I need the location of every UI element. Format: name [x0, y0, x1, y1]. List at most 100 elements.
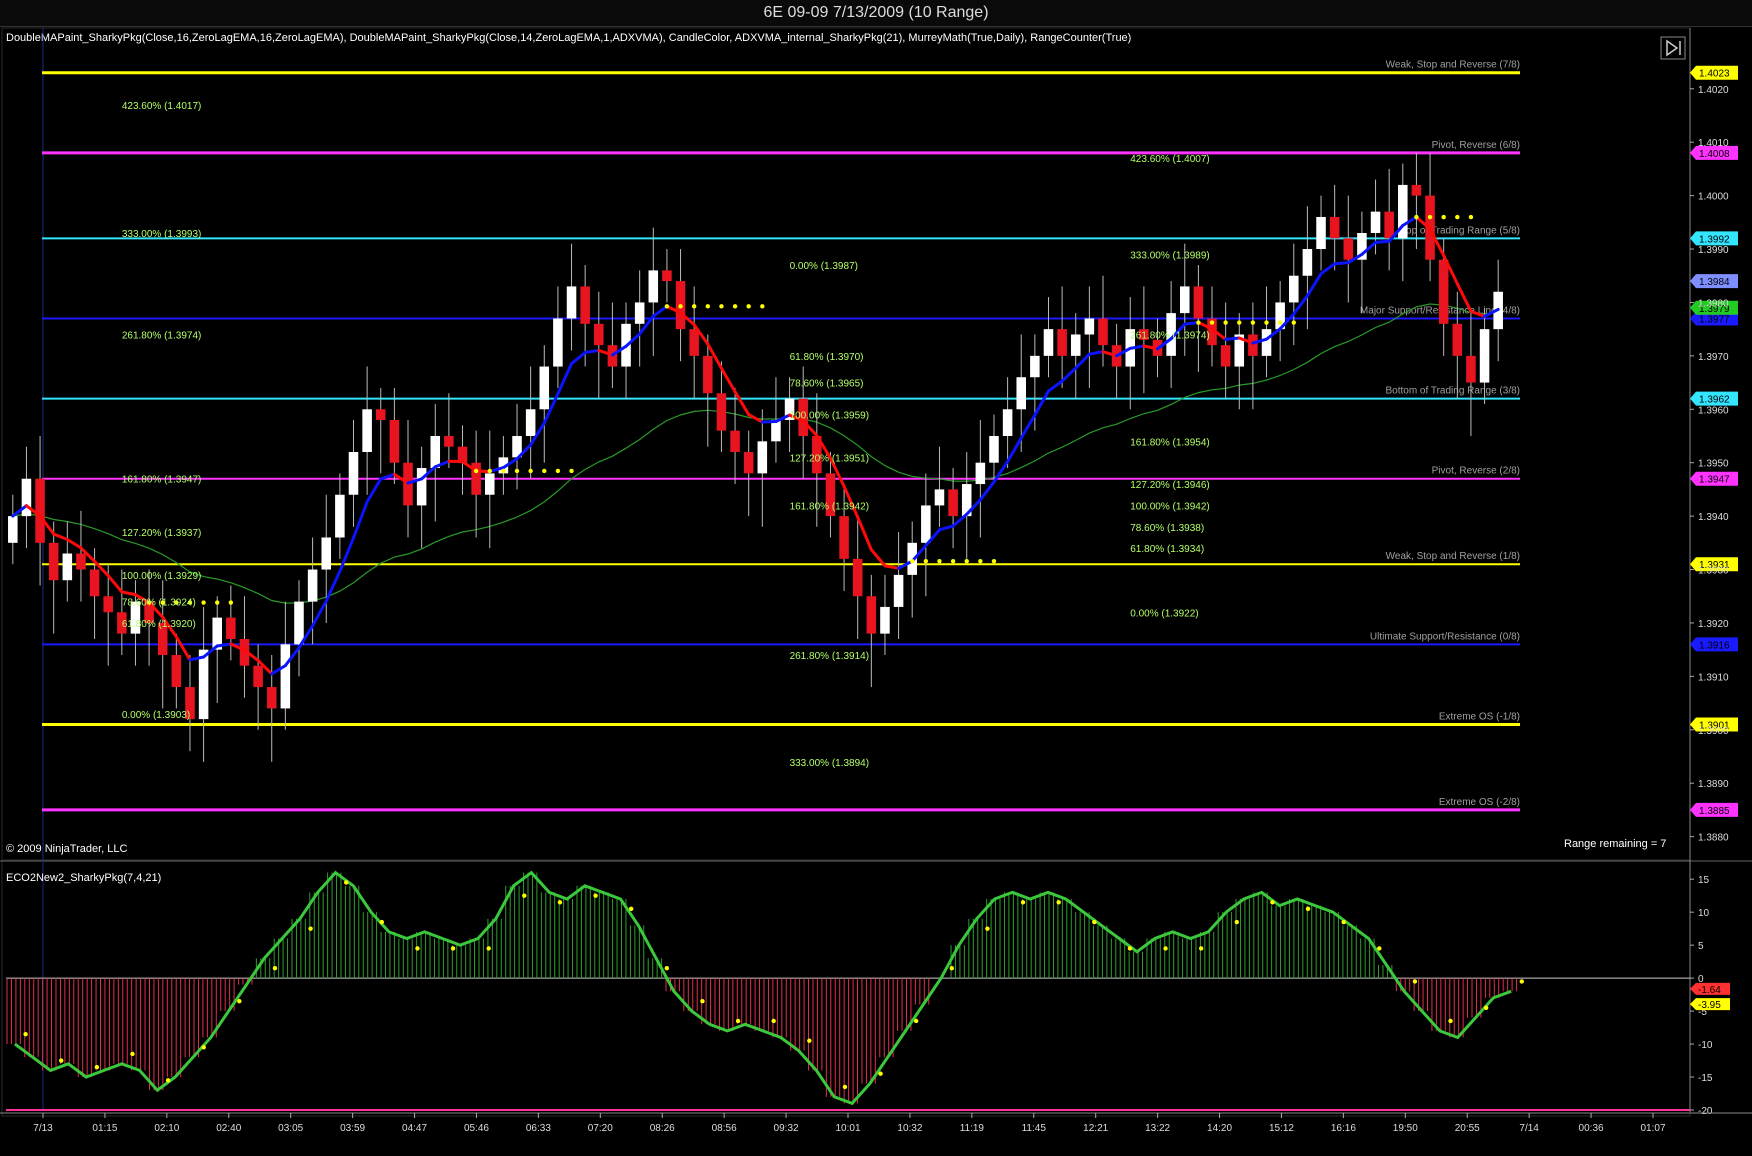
candle-body — [948, 489, 958, 517]
stop-dot — [201, 600, 206, 605]
time-tick-label: 13:22 — [1145, 1123, 1170, 1134]
candle-body — [280, 644, 291, 709]
fib-label: 0.00% (1.3922) — [1130, 608, 1198, 619]
ma-segment — [978, 480, 996, 502]
fib-label: 78.60% (1.3938) — [1130, 523, 1204, 534]
price-tick-label: 1.3980 — [1698, 298, 1729, 309]
down-candle — [1384, 168, 1394, 271]
murrey-line-label: Weak, Stop and Reverse (1/8) — [1386, 551, 1520, 562]
price-tick-label: 1.3880 — [1698, 833, 1729, 844]
price-tag: 1.3962 — [1690, 391, 1738, 406]
candle-body — [975, 462, 986, 485]
osc-signal-dot — [450, 946, 456, 951]
osc-tick-label: 15 — [1698, 875, 1710, 886]
stop-dot — [1209, 320, 1215, 325]
candle-body — [89, 569, 100, 597]
osc-signal-dot — [1127, 946, 1133, 951]
price-chart[interactable]: Weak, Stop and Reverse (7/8) Pivot, Rever… — [0, 0, 1752, 1156]
time-tick-label: 16:16 — [1331, 1123, 1356, 1134]
osc-signal-dot — [1056, 900, 1061, 905]
copyright-text: © 2009 NinjaTrader, LLC — [6, 843, 128, 855]
up-candle — [975, 419, 986, 538]
fib-label: 333.00% (1.3989) — [1130, 250, 1210, 261]
time-tick-label: 03:59 — [340, 1123, 365, 1134]
candle-body — [525, 409, 536, 436]
fib-label: 333.00% (1.3993) — [122, 229, 202, 240]
time-tick-label: 01:15 — [92, 1123, 117, 1134]
candle-body — [444, 435, 454, 447]
fib-label: 161.80% (1.3942) — [790, 501, 870, 512]
murrey-line-label: Extreme OS (-2/8) — [1439, 797, 1520, 808]
candle-body — [594, 323, 604, 346]
candle-body — [198, 649, 209, 720]
osc-signal-dot — [308, 926, 313, 931]
price-axis: 1.4023 1.4008 1.3992 1.3977 1.3962 1.3947 1.39… — [1690, 65, 1738, 844]
up-candle — [348, 419, 359, 527]
up-candle — [921, 473, 931, 597]
stop-dot — [719, 304, 724, 309]
price-tag-text: 1.3984 — [1699, 277, 1730, 288]
price-tick-label: 1.4000 — [1698, 192, 1729, 203]
time-tick-label: 15:12 — [1269, 1123, 1294, 1134]
ma-segment — [883, 564, 901, 570]
ma-segment — [1033, 389, 1050, 417]
oscillator-panel: 151050-5-10-15-20-1.64-3.95 — [6, 870, 1730, 1117]
fib-label: 261.80% (1.3974) — [122, 330, 202, 341]
ma-segment — [365, 477, 383, 504]
osc-signal-dot — [949, 966, 955, 971]
time-tick-label: 01:07 — [1640, 1123, 1665, 1134]
candle-body — [539, 366, 550, 410]
up-candle — [512, 403, 522, 490]
ma-segment — [556, 362, 574, 396]
osc-signal-dot — [1092, 919, 1097, 925]
candle-body — [1261, 329, 1272, 356]
up-candle — [484, 430, 495, 549]
osc-signal-dot — [1341, 919, 1346, 925]
time-tick-label: 7/13 — [33, 1123, 53, 1134]
price-tag-text: 1.3916 — [1699, 640, 1730, 651]
murrey-math-lines: Weak, Stop and Reverse (7/8) Pivot, Rever… — [42, 60, 1520, 812]
fib-label: 61.80% (1.3934) — [1130, 544, 1204, 555]
candle-body — [1329, 216, 1340, 239]
candle-body — [62, 553, 73, 581]
fib-label: 78.60% (1.3965) — [790, 379, 864, 390]
candle-body — [76, 553, 86, 570]
oscillator-label: ECO2New2_SharkyPkg(7,4,21) — [6, 872, 162, 884]
down-candle — [185, 655, 195, 752]
candle-body — [1193, 286, 1204, 319]
down-candle — [689, 286, 699, 399]
osc-tick-label: 5 — [1698, 941, 1704, 952]
time-tick-label: 05:46 — [464, 1123, 489, 1134]
candle-body — [307, 569, 318, 602]
up-candle — [880, 574, 890, 656]
stop-dot — [1264, 320, 1269, 325]
candle-body — [743, 452, 754, 474]
osc-signal-dot — [415, 946, 420, 951]
osc-line — [14, 870, 1512, 1106]
up-candle — [62, 521, 73, 602]
candle-body — [757, 441, 768, 474]
fib-label: 100.00% (1.3959) — [790, 411, 870, 422]
ma-segment — [1319, 262, 1337, 276]
stop-dot — [501, 468, 506, 474]
fib-label: 423.60% (1.4017) — [122, 101, 202, 112]
fib-label: 61.80% (1.3970) — [790, 352, 864, 363]
down-candle — [852, 516, 863, 639]
candle-body — [416, 468, 427, 506]
up-candle — [1289, 243, 1299, 346]
candle-body — [689, 329, 699, 356]
time-tick-label: 02:10 — [154, 1123, 179, 1134]
candle-body — [1479, 329, 1490, 383]
fib-label: 78.60% (1.3924) — [122, 598, 196, 609]
ma-segment — [106, 574, 124, 594]
stop-dot — [215, 600, 220, 605]
candle-body — [553, 318, 563, 367]
osc-signal-dot — [272, 966, 278, 971]
osc-signal-dot — [522, 893, 527, 898]
price-tick-label: 1.3900 — [1698, 726, 1729, 737]
up-candle — [362, 366, 372, 495]
candle-body — [1370, 211, 1381, 233]
candle-body — [880, 606, 890, 634]
osc-signal-dot — [628, 906, 634, 912]
price-tick-label: 1.3960 — [1698, 405, 1729, 416]
